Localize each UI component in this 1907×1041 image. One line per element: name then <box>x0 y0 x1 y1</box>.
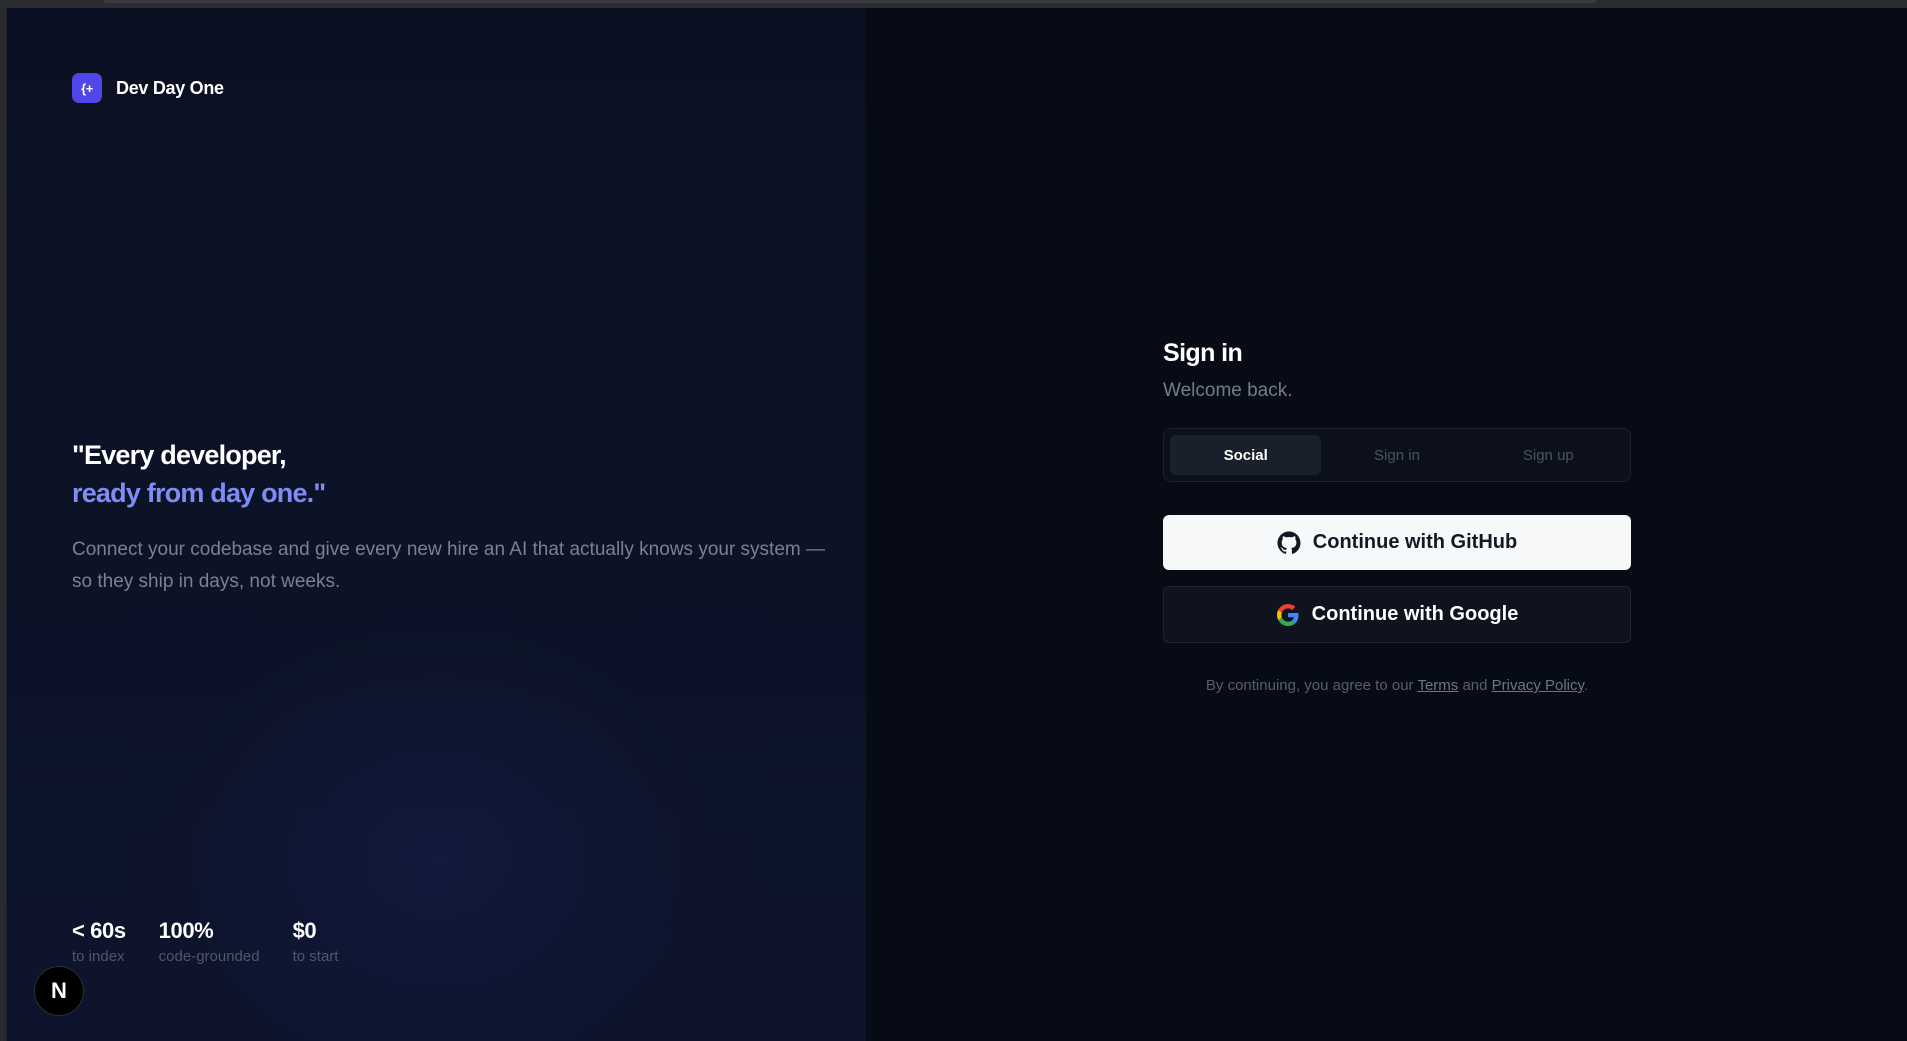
terms-link[interactable]: Terms <box>1417 677 1458 694</box>
browser-top-strip <box>0 0 1907 8</box>
tab-sign-in[interactable]: Sign in <box>1321 435 1472 475</box>
stat-label: to index <box>72 948 125 965</box>
auth-card: Sign in Welcome back. Social Sign in Sig… <box>1163 339 1631 694</box>
hero-quote: "Every developer, ready from day one." <box>72 436 832 512</box>
hero-description: Connect your codebase and give every new… <box>72 539 826 592</box>
stat-index-time: < 60s to index <box>72 918 126 965</box>
brand-logo[interactable]: {+ Dev Day One <box>72 73 224 103</box>
github-icon <box>1277 531 1301 555</box>
dev-tools-letter: N <box>51 978 67 1003</box>
legal-middle: and <box>1458 677 1492 694</box>
auth-subtitle: Welcome back. <box>1163 380 1293 401</box>
privacy-policy-link[interactable]: Privacy Policy <box>1492 677 1584 694</box>
app-viewport: {+ Dev Day One "Every developer, ready f… <box>6 8 1907 1041</box>
tab-sign-up[interactable]: Sign up <box>1473 435 1624 475</box>
stat-price: $0 to start <box>293 918 339 965</box>
github-button-label: Continue with GitHub <box>1312 531 1518 553</box>
stat-label: to start <box>292 948 339 965</box>
legal-prefix: By continuing, you agree to our <box>1205 677 1418 694</box>
auth-title: Sign in <box>1163 339 1243 367</box>
stat-label: code-grounded <box>158 948 260 965</box>
background-glow <box>157 628 717 1041</box>
tab-social[interactable]: Social <box>1170 435 1322 475</box>
hero-section: "Every developer, ready from day one." C… <box>72 436 832 598</box>
legal-suffix: . <box>1583 677 1589 694</box>
stat-value: 100% <box>158 918 214 943</box>
auth-tabs: Social Sign in Sign up <box>1163 428 1631 482</box>
brand-name: Dev Day One <box>116 77 224 98</box>
hero-quote-line2: ready from day one." <box>72 478 326 508</box>
legal-notice: By continuing, you agree to our Terms an… <box>1163 677 1631 694</box>
continue-with-google-button[interactable]: Continue with Google <box>1163 586 1631 643</box>
continue-with-github-button[interactable]: Continue with GitHub <box>1163 515 1631 570</box>
google-icon <box>1276 603 1300 627</box>
stat-value: $0 <box>292 918 317 943</box>
stat-value: < 60s <box>72 918 126 943</box>
hero-quote-line1: "Every developer, <box>72 440 287 470</box>
stat-code-grounded: 100% code-grounded <box>159 918 260 965</box>
google-button-label: Continue with Google <box>1311 603 1519 625</box>
marketing-panel: {+ Dev Day One "Every developer, ready f… <box>7 8 866 1041</box>
logo-icon: {+ <box>72 73 102 103</box>
browser-tab-edge <box>104 0 1596 3</box>
stats-row: < 60s to index 100% code-grounded $0 to … <box>72 918 371 965</box>
dev-tools-badge[interactable]: N <box>34 966 84 1016</box>
auth-panel: Sign in Welcome back. Social Sign in Sig… <box>866 8 1907 1041</box>
